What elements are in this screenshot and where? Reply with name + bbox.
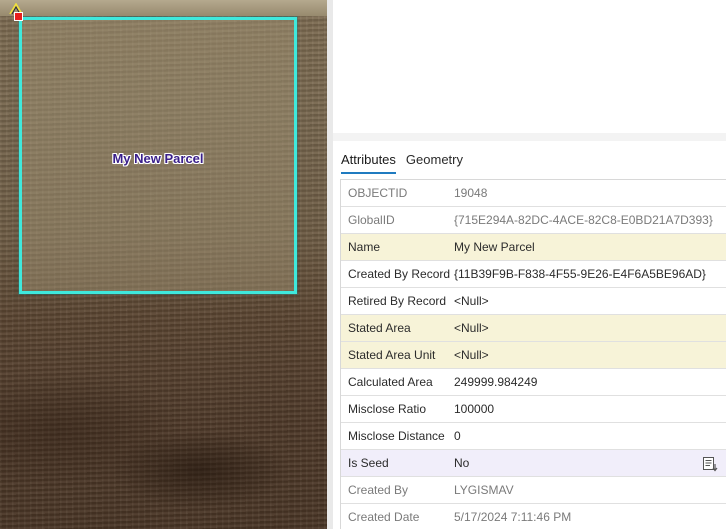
attribute-row-created-by[interactable]: Created By LYGISMAV xyxy=(341,477,726,504)
parcel-polygon[interactable]: My New Parcel xyxy=(19,17,297,294)
map-view[interactable]: My New Parcel xyxy=(0,0,327,529)
field-name: GlobalID xyxy=(348,213,395,227)
attribute-row-created-by-record[interactable]: Created By Record {11B39F9B-F838-4F55-9E… xyxy=(341,261,726,288)
field-name: Stated Area Unit xyxy=(348,348,436,362)
field-name: Name xyxy=(348,240,381,254)
field-value: {715E294A-82DC-4ACE-82C8-E0BD21A7D393} xyxy=(454,213,713,227)
field-name: Stated Area xyxy=(348,321,411,335)
field-options-icon[interactable] xyxy=(702,456,718,472)
field-value[interactable]: My New Parcel xyxy=(454,240,726,254)
field-value[interactable]: No xyxy=(454,456,726,470)
attribute-row-misclose-distance[interactable]: Misclose Distance 0 xyxy=(341,423,726,450)
tab-geometry[interactable]: Geometry xyxy=(406,150,463,174)
field-value[interactable]: <Null> xyxy=(454,294,726,308)
field-name: Misclose Ratio xyxy=(348,402,427,416)
field-value[interactable]: 249999.984249 xyxy=(454,375,726,389)
field-value[interactable]: <Null> xyxy=(454,321,726,335)
parcel-label: My New Parcel xyxy=(112,151,204,166)
field-name: Created By Record xyxy=(348,267,451,281)
attribute-row-misclose-ratio[interactable]: Misclose Ratio 100000 xyxy=(341,396,726,423)
field-value: 19048 xyxy=(454,186,488,200)
attribute-table: OBJECTID 19048 GlobalID {715E294A-82DC-4… xyxy=(340,179,726,529)
field-value[interactable]: {11B39F9B-F838-4F55-9E26-E4F6A5BE96AD} xyxy=(454,267,726,281)
attribute-row-globalid[interactable]: GlobalID {715E294A-82DC-4ACE-82C8-E0BD21… xyxy=(341,207,726,234)
attribute-row-stated-area-unit[interactable]: Stated Area Unit <Null> xyxy=(341,342,726,369)
field-name: Is Seed xyxy=(348,456,389,470)
map-field-strip xyxy=(0,0,327,16)
field-value[interactable]: 0 xyxy=(454,429,726,443)
attribute-row-name[interactable]: Name My New Parcel xyxy=(341,234,726,261)
attribute-row-is-seed[interactable]: Is Seed No xyxy=(341,450,726,477)
field-name: OBJECTID xyxy=(348,186,408,200)
field-value[interactable]: <Null> xyxy=(454,348,726,362)
field-name: Retired By Record xyxy=(348,294,447,308)
field-name: Created By xyxy=(348,483,409,497)
field-name: Misclose Distance xyxy=(348,429,445,443)
attribute-row-retired-by-record[interactable]: Retired By Record <Null> xyxy=(341,288,726,315)
attribute-row-created-date[interactable]: Created Date 5/17/2024 7:11:46 PM xyxy=(341,504,726,529)
attribute-row-stated-area[interactable]: Stated Area <Null> xyxy=(341,315,726,342)
pane-splitter[interactable] xyxy=(333,133,726,141)
attribute-row-calculated-area[interactable]: Calculated Area 249999.984249 xyxy=(341,369,726,396)
field-name: Created Date xyxy=(348,510,420,524)
field-name: Calculated Area xyxy=(348,375,433,389)
attribute-row-objectid[interactable]: OBJECTID 19048 xyxy=(341,180,726,207)
feature-tree-area xyxy=(333,0,726,133)
selected-vertex[interactable] xyxy=(14,12,23,21)
attribute-tabs: Attributes Geometry xyxy=(341,150,463,174)
attributes-pane: Attributes Geometry OBJECTID 19048 Globa… xyxy=(327,0,726,529)
field-value: 5/17/2024 7:11:46 PM xyxy=(454,510,572,524)
field-value[interactable]: 100000 xyxy=(454,402,726,416)
field-value: LYGISMAV xyxy=(454,483,514,497)
tab-attributes[interactable]: Attributes xyxy=(341,150,396,174)
